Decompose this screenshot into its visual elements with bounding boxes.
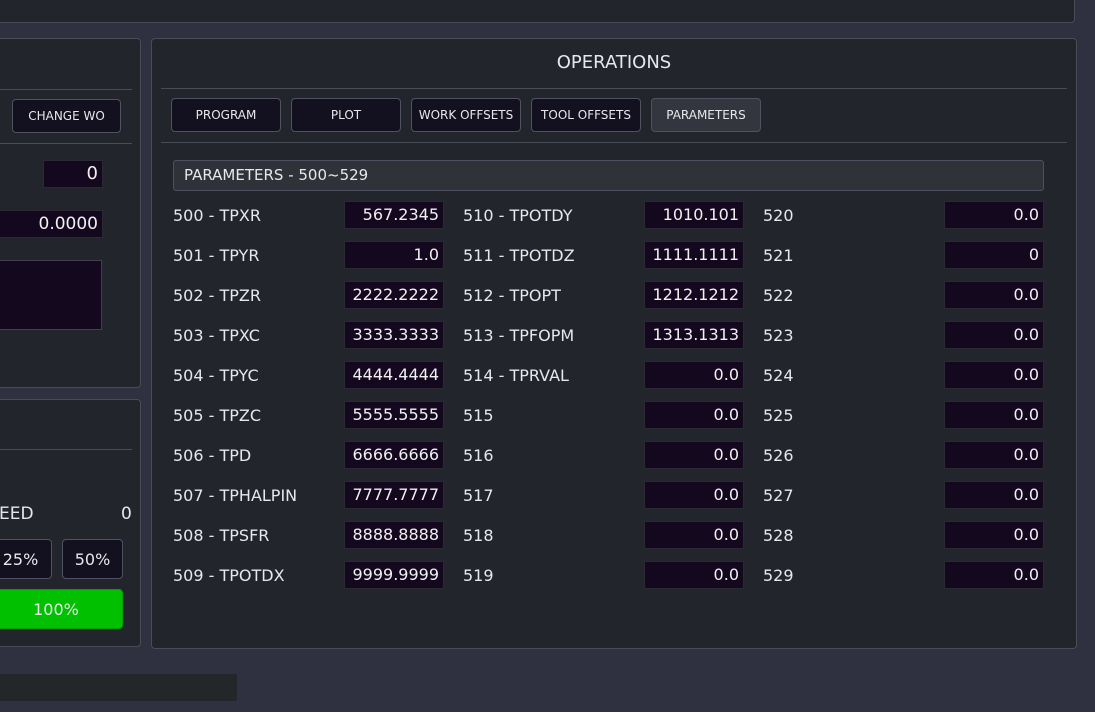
- operations-title: OPERATIONS: [556, 52, 672, 73]
- param-label: 518: [463, 526, 494, 545]
- section-title: PARAMETERS - 500~529: [184, 166, 369, 184]
- param-value-field[interactable]: 0.0: [944, 441, 1044, 469]
- param-value-field[interactable]: 6666.6666: [344, 441, 444, 469]
- param-value-field[interactable]: 0.0: [944, 361, 1044, 389]
- param-label: 519: [463, 566, 494, 585]
- param-value-field[interactable]: 0.0: [944, 201, 1044, 229]
- param-label: 508 - TPSFR: [173, 526, 270, 545]
- param-label: 526: [763, 446, 794, 465]
- text-area[interactable]: [0, 260, 102, 330]
- param-label: 509 - TPOTDX: [173, 566, 285, 585]
- param-label: 512 - TPOPT: [463, 286, 561, 305]
- coordinate-value-field[interactable]: 0.0000: [0, 210, 103, 238]
- param-label: 513 - TPFOPM: [463, 326, 575, 345]
- param-value-field[interactable]: 567.2345: [344, 201, 444, 229]
- param-value-field[interactable]: 0.0: [944, 521, 1044, 549]
- param-label: 504 - TPYC: [173, 366, 259, 385]
- param-label: 511 - TPOTDZ: [463, 246, 575, 265]
- param-label: 529: [763, 566, 794, 585]
- param-value-field[interactable]: 1010.101: [644, 201, 744, 229]
- wo-number-field[interactable]: 0: [43, 160, 103, 188]
- divider: [161, 142, 1067, 143]
- speed-panel: SPEED 0 25% 50% 100%: [0, 399, 141, 647]
- param-value-field[interactable]: 0.0: [944, 321, 1044, 349]
- param-value-field[interactable]: 0.0: [944, 401, 1044, 429]
- param-label: 525: [763, 406, 794, 425]
- param-label: 516: [463, 446, 494, 465]
- section-header: PARAMETERS - 500~529: [173, 160, 1044, 191]
- param-value-field[interactable]: 9999.9999: [344, 561, 444, 589]
- tab-tool-offsets[interactable]: TOOL OFFSETS: [531, 98, 641, 132]
- param-value-field[interactable]: 0.0: [644, 401, 744, 429]
- work-offset-panel: CHANGE WO 0 0.0000: [0, 38, 141, 388]
- param-value-field[interactable]: 0.0: [944, 281, 1044, 309]
- param-label: 501 - TPYR: [173, 246, 260, 265]
- param-value-field[interactable]: 1.0: [344, 241, 444, 269]
- param-value-field[interactable]: 0.0: [644, 361, 744, 389]
- operations-panel: OPERATIONS PROGRAM PLOT WORK OFFSETS TOO…: [151, 38, 1077, 649]
- param-value-field[interactable]: 1111.1111: [644, 241, 744, 269]
- param-label: 527: [763, 486, 794, 505]
- tab-work-offsets[interactable]: WORK OFFSETS: [411, 98, 521, 132]
- status-bar: [0, 674, 237, 701]
- param-value-field[interactable]: 0.0: [644, 521, 744, 549]
- param-label: 515: [463, 406, 494, 425]
- param-label: 528: [763, 526, 794, 545]
- param-label: 506 - TPD: [173, 446, 252, 465]
- param-label: 522: [763, 286, 794, 305]
- divider: [0, 449, 132, 450]
- top-panel: [0, 0, 1075, 23]
- param-value-field[interactable]: 1212.1212: [644, 281, 744, 309]
- param-label: 514 - TPRVAL: [463, 366, 569, 385]
- divider: [161, 88, 1067, 89]
- param-value-field[interactable]: 2222.2222: [344, 281, 444, 309]
- param-label: 505 - TPZC: [173, 406, 262, 425]
- speed-value: 0: [121, 504, 132, 524]
- divider: [0, 89, 132, 90]
- param-label: 524: [763, 366, 794, 385]
- param-value-field[interactable]: 8888.8888: [344, 521, 444, 549]
- speed-100-button[interactable]: 100%: [0, 589, 123, 629]
- param-value-field[interactable]: 0.0: [944, 561, 1044, 589]
- param-label: 510 - TPOTDY: [463, 206, 573, 225]
- param-value-field[interactable]: 0: [944, 241, 1044, 269]
- tab-program[interactable]: PROGRAM: [171, 98, 281, 132]
- speed-50-button[interactable]: 50%: [62, 539, 123, 579]
- param-value-field[interactable]: 7777.7777: [344, 481, 444, 509]
- param-value-field[interactable]: 4444.4444: [344, 361, 444, 389]
- param-value-field[interactable]: 0.0: [644, 561, 744, 589]
- param-value-field[interactable]: 0.0: [644, 441, 744, 469]
- param-label: 523: [763, 326, 794, 345]
- speed-25-button[interactable]: 25%: [0, 539, 52, 579]
- change-wo-button[interactable]: CHANGE WO: [12, 99, 121, 133]
- param-label: 500 - TPXR: [173, 206, 261, 225]
- param-value-field[interactable]: 5555.5555: [344, 401, 444, 429]
- tab-plot[interactable]: PLOT: [291, 98, 401, 132]
- param-value-field[interactable]: 0.0: [644, 481, 744, 509]
- param-label: 520: [763, 206, 794, 225]
- speed-label: SPEED: [0, 504, 34, 524]
- param-label: 521: [763, 246, 794, 265]
- param-value-field[interactable]: 1313.1313: [644, 321, 744, 349]
- param-label: 503 - TPXC: [173, 326, 260, 345]
- param-value-field[interactable]: 0.0: [944, 481, 1044, 509]
- param-label: 517: [463, 486, 494, 505]
- tab-parameters[interactable]: PARAMETERS: [651, 98, 761, 132]
- param-value-field[interactable]: 3333.3333: [344, 321, 444, 349]
- param-label: 507 - TPHALPIN: [173, 486, 298, 505]
- param-label: 502 - TPZR: [173, 286, 261, 305]
- divider: [0, 143, 132, 144]
